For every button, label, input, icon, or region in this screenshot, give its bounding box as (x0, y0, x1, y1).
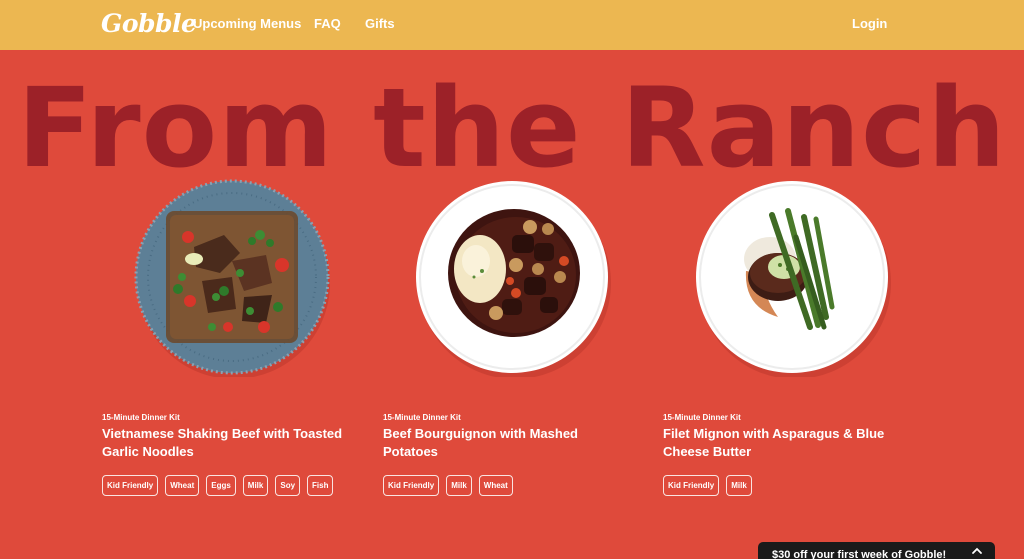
card-tags: Kid Friendly Milk Wheat (383, 475, 513, 496)
card-title-shaking-beef[interactable]: Vietnamese Shaking Beef with Toasted Gar… (102, 425, 352, 461)
tag-milk[interactable]: Milk (242, 475, 269, 496)
tag-kid-friendly[interactable]: Kid Friendly (102, 475, 159, 496)
chevron-up-icon[interactable] (971, 545, 983, 557)
card-title-beef-bourguignon[interactable]: Beef Bourguignon with Mashed Potatoes (383, 425, 633, 461)
nav-gifts[interactable]: Gifts (365, 16, 395, 31)
promo-banner[interactable]: $30 off your first week of Gobble! (758, 542, 995, 559)
dish-image-shaking-beef[interactable] (132, 177, 332, 377)
tag-soy[interactable]: Soy (275, 475, 301, 496)
tag-milk[interactable]: Milk (726, 475, 752, 496)
card-kicker: 15-Minute Dinner Kit (102, 413, 180, 422)
tag-kid-friendly[interactable]: Kid Friendly (663, 475, 720, 496)
card-tags: Kid Friendly Milk (663, 475, 752, 496)
dish-image-beef-bourguignon[interactable] (412, 177, 612, 377)
login-link[interactable]: Login (852, 16, 887, 31)
tag-eggs[interactable]: Eggs (206, 475, 236, 496)
dish-image-filet-mignon[interactable] (692, 177, 892, 377)
nav-upcoming-menus[interactable]: Upcoming Menus (193, 16, 301, 31)
card-kicker: 15-Minute Dinner Kit (663, 413, 741, 422)
tag-kid-friendly[interactable]: Kid Friendly (383, 475, 440, 496)
hero-title: From the Ranch (17, 64, 1007, 192)
tag-wheat[interactable]: Wheat (478, 475, 513, 496)
card-tags: Kid Friendly Wheat Eggs Milk Soy Fish (102, 475, 334, 496)
promo-text: $30 off your first week of Gobble! (772, 549, 947, 559)
card-title-filet-mignon[interactable]: Filet Mignon with Asparagus & Blue Chees… (663, 425, 913, 461)
tag-milk[interactable]: Milk (446, 475, 472, 496)
tag-wheat[interactable]: Wheat (165, 475, 200, 496)
nav-faq[interactable]: FAQ (314, 16, 341, 31)
card-kicker: 15-Minute Dinner Kit (383, 413, 461, 422)
gobble-logo[interactable]: Gobble (101, 9, 197, 38)
top-nav-bar: Gobble Upcoming Menus FAQ Gifts Login (0, 0, 1024, 50)
tag-fish[interactable]: Fish (307, 475, 334, 496)
